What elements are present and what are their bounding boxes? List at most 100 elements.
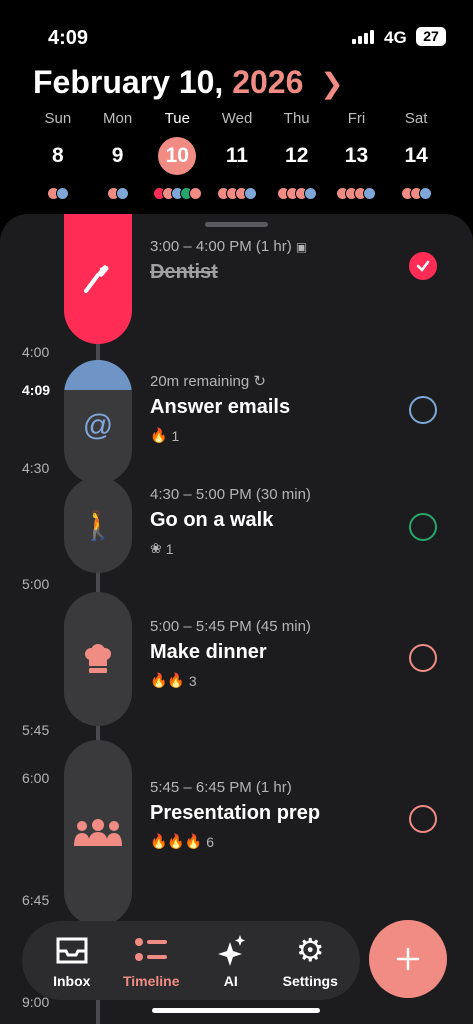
event-presentation[interactable]: 5:45 – 6:45 PM (1 hr) Presentation prep … <box>150 779 400 850</box>
toothbrush-icon <box>84 265 109 293</box>
event-title: Go on a walk <box>150 509 274 531</box>
event-pill-dentist[interactable] <box>64 214 132 344</box>
walking-icon: 🚶 <box>80 509 116 541</box>
day-number: 10 <box>158 137 197 175</box>
day-number: 12 <box>285 144 309 167</box>
event-dot <box>115 187 129 200</box>
day-dots <box>386 187 446 201</box>
inbox-icon <box>56 937 88 963</box>
plus-icon <box>396 947 420 971</box>
event-dot <box>418 187 432 200</box>
tab-inbox[interactable]: Inbox <box>32 933 112 989</box>
day-name: Sat <box>404 110 428 127</box>
event-time: 5:00 – 5:45 PM (45 min) <box>150 618 311 635</box>
day-sun[interactable]: Sun 8 <box>28 110 88 201</box>
event-pill-presentation[interactable] <box>64 740 132 926</box>
tab-label: Inbox <box>53 972 91 989</box>
lotus-icon: ❀ <box>150 540 162 556</box>
flame-icon: 🔥🔥 <box>150 672 185 688</box>
complete-checkbox-dentist[interactable] <box>409 252 437 280</box>
complete-checkbox-walk[interactable] <box>409 513 437 541</box>
signal-icon <box>352 30 374 44</box>
energy-level: 🔥 1 <box>150 427 180 444</box>
day-wed[interactable]: Wed 11 <box>207 110 267 201</box>
event-emails[interactable]: 20m remaining ↻ Answer emails 🔥 1 <box>150 372 400 444</box>
complete-checkbox-dinner[interactable] <box>409 644 437 672</box>
time-label: 4:00 <box>22 344 50 360</box>
day-name: Thu <box>283 110 310 127</box>
add-event-button[interactable] <box>369 920 447 998</box>
day-dots <box>207 187 267 201</box>
chef-hat-icon <box>85 644 111 673</box>
complete-checkbox-emails[interactable] <box>409 396 437 424</box>
tab-settings[interactable]: ⚙ Settings <box>271 933 351 989</box>
time-label: 6:45 <box>22 892 50 908</box>
event-dot <box>188 187 202 200</box>
current-time-label: 4:09 <box>22 382 51 398</box>
time-label: 4:30 <box>22 460 50 476</box>
event-time: 4:30 – 5:00 PM (30 min) <box>150 486 311 503</box>
battery-icon: 27 <box>416 27 446 46</box>
day-number: 14 <box>404 144 428 167</box>
event-pill-walk[interactable]: 🚶 <box>64 477 132 573</box>
day-dots <box>88 187 148 201</box>
day-fri[interactable]: Fri 13 <box>327 110 387 201</box>
home-indicator[interactable] <box>152 1008 320 1013</box>
time-label: 5:45 <box>22 722 50 738</box>
day-number: 8 <box>52 144 64 167</box>
tab-bar: Inbox Timeline AI ⚙ Settings <box>22 921 360 1000</box>
event-title: Dentist <box>150 261 218 283</box>
day-mon[interactable]: Mon 9 <box>88 110 148 201</box>
month-title[interactable]: February 10, 2026 ❯ <box>33 64 344 101</box>
flame-icon: 🔥 <box>150 427 168 443</box>
status-bar: 4:09 4G 27 <box>0 0 473 60</box>
checkmark-icon <box>416 260 430 272</box>
tab-ai[interactable]: AI <box>191 933 271 989</box>
energy-level: 🔥🔥 3 <box>150 672 197 689</box>
month-day-label: February 10, <box>33 64 224 100</box>
event-dot <box>244 187 258 200</box>
event-title: Presentation prep <box>150 802 321 824</box>
day-name: Sun <box>44 110 72 127</box>
event-time: 5:45 – 6:45 PM (1 hr) <box>150 779 292 796</box>
time-label: 6:00 <box>22 770 50 786</box>
network-label: 4G <box>384 28 407 47</box>
timeline-sheet[interactable]: 4:00 4:09 4:30 5:00 5:45 6:00 6:45 9:00 … <box>0 214 473 1024</box>
year-label: 2026 <box>232 64 304 100</box>
event-dinner[interactable]: 5:00 – 5:45 PM (45 min) Make dinner 🔥🔥 3 <box>150 618 400 689</box>
event-title: Make dinner <box>150 641 267 663</box>
sheet-grabber[interactable] <box>205 222 268 227</box>
status-time: 4:09 <box>48 27 89 49</box>
week-strip: Sun 8 Mon 9 Tue 10 Wed 11 Thu 12 Fri 13 … <box>28 110 446 201</box>
day-dots <box>267 187 327 201</box>
energy-level: ❀ 1 <box>150 540 174 557</box>
energy-level: 🔥🔥🔥 6 <box>150 833 215 850</box>
calendar-icon: ▣ <box>295 240 308 254</box>
event-walk[interactable]: 4:30 – 5:00 PM (30 min) Go on a walk ❀ 1 <box>150 486 400 557</box>
group-icon <box>74 819 122 846</box>
gear-icon: ⚙ <box>295 931 325 968</box>
event-pill-emails[interactable]: @ <box>64 360 132 484</box>
flame-icon: 🔥🔥🔥 <box>150 833 203 849</box>
event-pill-dinner[interactable] <box>64 592 132 726</box>
tab-label: Timeline <box>122 972 180 989</box>
day-number: 9 <box>111 144 124 167</box>
chevron-right-icon[interactable]: ❯ <box>320 68 343 99</box>
day-sat[interactable]: Sat 14 <box>386 110 446 201</box>
tab-timeline[interactable]: Timeline <box>112 933 192 989</box>
day-tue-selected[interactable]: Tue 10 <box>147 110 207 201</box>
day-name: Fri <box>347 110 366 127</box>
time-label: 5:00 <box>22 576 50 592</box>
sparkle-icon <box>217 934 245 966</box>
day-dots <box>147 187 207 201</box>
day-dots <box>28 187 88 201</box>
day-name: Wed <box>221 110 253 127</box>
complete-checkbox-presentation[interactable] <box>409 805 437 833</box>
tab-label: Settings <box>282 972 338 989</box>
event-dentist[interactable]: 3:00 – 4:00 PM (1 hr) ▣ Dentist <box>150 238 400 284</box>
day-thu[interactable]: Thu 12 <box>267 110 327 201</box>
event-dot <box>363 187 377 200</box>
event-time: 20m remaining ↻ <box>150 373 266 390</box>
day-name: Mon <box>102 110 133 127</box>
event-title: Answer emails <box>150 396 291 418</box>
